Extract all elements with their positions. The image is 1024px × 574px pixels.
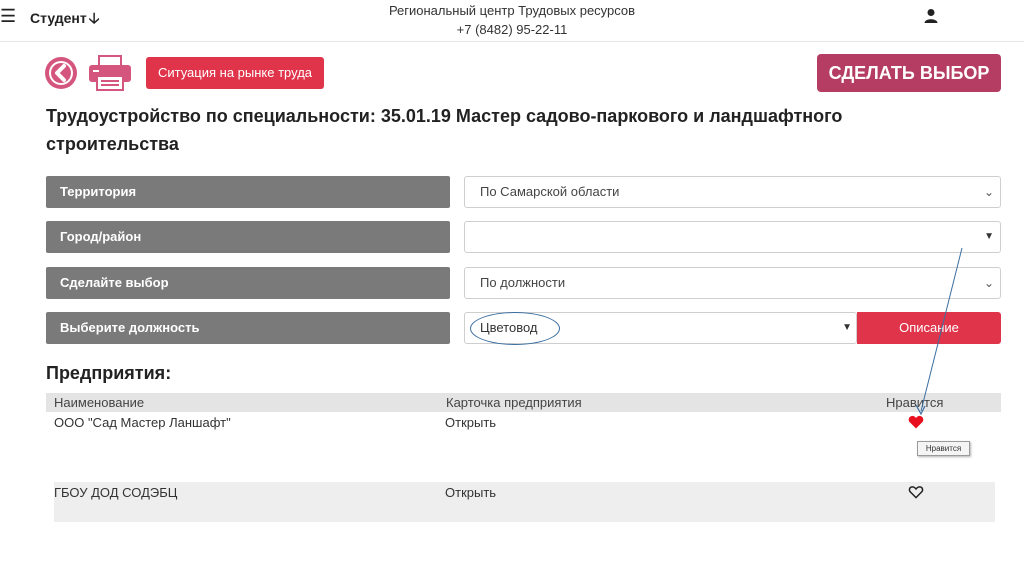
heart-outline-icon[interactable] — [908, 485, 924, 499]
user-icon[interactable] — [923, 8, 939, 24]
like-tooltip: Нравится — [917, 441, 970, 456]
territory-value: По Самарской области — [480, 184, 620, 199]
header: ☰ Студент 🡣 Региональный центр Трудовых р… — [0, 0, 1024, 42]
table-row: ООО "Сад Мастер Ланшафт" Открыть — [54, 412, 995, 472]
choice-label: Сделайте выбор — [46, 267, 450, 299]
printer-icon[interactable] — [87, 55, 133, 91]
city-select[interactable]: ▼ — [464, 221, 1001, 253]
dropdown-triangle-icon: ▼ — [984, 231, 994, 242]
make-choice-button[interactable]: СДЕЛАТЬ ВЫБОР — [817, 54, 1001, 92]
heart-filled-icon[interactable] — [908, 415, 924, 429]
page-title: Трудоустройство по специальности: 35.01.… — [46, 106, 843, 154]
territory-select[interactable]: По Самарской области ⌄ — [464, 176, 1001, 208]
table-row: ГБОУ ДОД СОДЭБЦ Открыть — [54, 482, 995, 522]
center-info: Региональный центр Трудовых ресурсов +7 … — [0, 1, 1024, 39]
column-header-like: Нравится — [886, 395, 944, 410]
enterprises-title: Предприятия: — [46, 363, 172, 383]
column-header-name: Наименование — [54, 395, 145, 410]
dropdown-triangle-icon: ▼ — [842, 322, 852, 333]
choice-select[interactable]: По должности ⌄ — [464, 267, 1001, 299]
center-title: Региональный центр Трудовых ресурсов — [388, 3, 636, 18]
chevron-down-icon: ⌄ — [983, 185, 994, 199]
table-header: Наименование Карточка предприятия Нравит… — [46, 393, 1001, 412]
position-label: Выберите должность — [46, 312, 450, 344]
labor-market-button[interactable]: Ситуация на рынке труда — [146, 57, 324, 89]
chevron-down-icon: ⌄ — [983, 276, 994, 290]
enterprise-name: ООО "Сад Мастер Ланшафт" — [54, 415, 231, 430]
chevron-left-icon — [49, 61, 73, 85]
center-phone: +7 (8482) 95-22-11 — [456, 22, 568, 37]
description-button[interactable]: Описание — [857, 312, 1001, 344]
city-label: Город/район — [46, 221, 450, 253]
choice-value: По должности — [480, 275, 566, 290]
column-header-card: Карточка предприятия — [446, 395, 582, 410]
territory-label: Территория — [46, 176, 450, 208]
annotation-ellipse — [470, 312, 560, 345]
enterprise-name: ГБОУ ДОД СОДЭБЦ — [54, 485, 178, 500]
back-button[interactable] — [45, 57, 77, 89]
open-card-link[interactable]: Открыть — [445, 415, 496, 430]
open-card-link[interactable]: Открыть — [445, 485, 496, 500]
